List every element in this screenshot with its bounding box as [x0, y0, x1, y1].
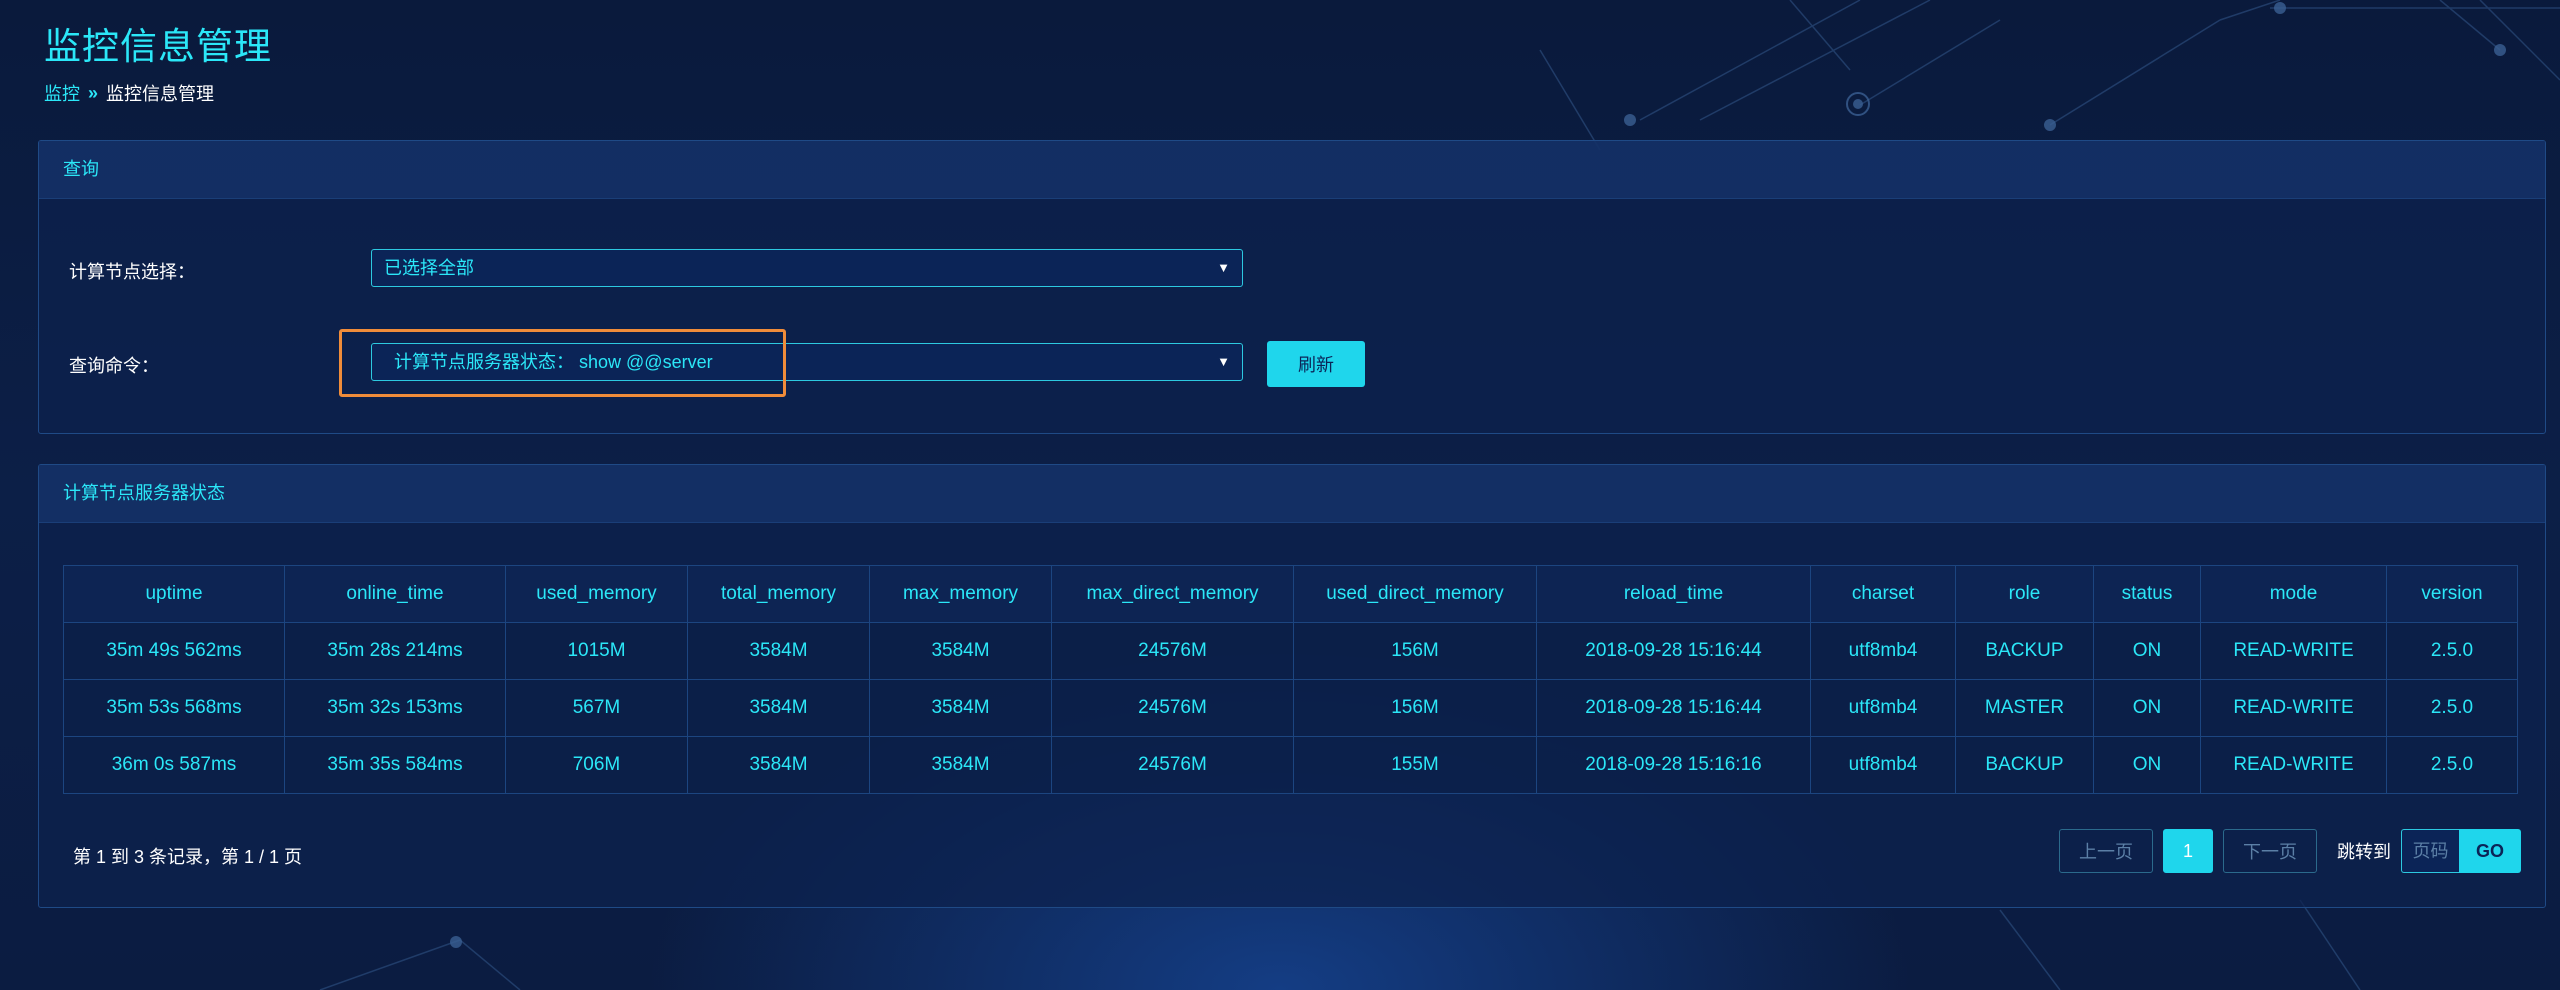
cell-used-direct-memory: 156M: [1293, 622, 1537, 680]
node-select-value: 已选择全部: [384, 258, 474, 278]
column-header-online-time[interactable]: online_time: [284, 565, 506, 623]
refresh-button[interactable]: 刷新: [1267, 341, 1365, 387]
server-status-table: uptime online_time used_memory total_mem…: [63, 565, 2518, 794]
prev-page-button[interactable]: 上一页: [2059, 829, 2153, 873]
cell-version: 2.5.0: [2386, 679, 2518, 737]
cell-online-time: 35m 28s 214ms: [284, 622, 506, 680]
cell-used-memory: 1015M: [505, 622, 688, 680]
table-row[interactable]: 36m 0s 587ms 35m 35s 584ms 706M 3584M 35…: [63, 736, 2518, 794]
column-header-status[interactable]: status: [2093, 565, 2201, 623]
column-header-mode[interactable]: mode: [2200, 565, 2387, 623]
page-number-input[interactable]: [2401, 829, 2459, 873]
jump-to-label: 跳转到: [2337, 842, 2391, 862]
cell-max-direct-memory: 24576M: [1051, 736, 1294, 794]
table-row[interactable]: 35m 53s 568ms 35m 32s 153ms 567M 3584M 3…: [63, 679, 2518, 737]
go-button[interactable]: GO: [2459, 829, 2521, 873]
column-header-charset[interactable]: charset: [1810, 565, 1956, 623]
cell-max-memory: 3584M: [869, 736, 1052, 794]
column-header-total-memory[interactable]: total_memory: [687, 565, 870, 623]
cell-max-direct-memory: 24576M: [1051, 679, 1294, 737]
highlight-annotation-box: [339, 329, 786, 397]
cell-uptime: 35m 49s 562ms: [63, 622, 285, 680]
cell-used-direct-memory: 155M: [1293, 736, 1537, 794]
cell-mode: READ-WRITE: [2200, 679, 2387, 737]
table-row[interactable]: 35m 49s 562ms 35m 28s 214ms 1015M 3584M …: [63, 622, 2518, 680]
command-select-label: 查询命令：: [69, 356, 159, 376]
cell-role: BACKUP: [1955, 622, 2094, 680]
table-header-row: uptime online_time used_memory total_mem…: [63, 565, 2518, 623]
cell-reload-time: 2018-09-28 15:16:44: [1536, 622, 1811, 680]
cell-role: MASTER: [1955, 679, 2094, 737]
next-page-button[interactable]: 下一页: [2223, 829, 2317, 873]
column-header-used-direct-memory[interactable]: used_direct_memory: [1293, 565, 1537, 623]
cell-charset: utf8mb4: [1810, 679, 1956, 737]
cell-online-time: 35m 32s 153ms: [284, 679, 506, 737]
cell-charset: utf8mb4: [1810, 622, 1956, 680]
records-summary: 第 1 到 3 条记录，第 1 / 1 页: [73, 847, 303, 867]
cell-status: ON: [2093, 736, 2201, 794]
cell-uptime: 36m 0s 587ms: [63, 736, 285, 794]
cell-max-memory: 3584M: [869, 622, 1052, 680]
column-header-reload-time[interactable]: reload_time: [1536, 565, 1811, 623]
cell-used-memory: 706M: [505, 736, 688, 794]
column-header-used-memory[interactable]: used_memory: [505, 565, 688, 623]
cell-reload-time: 2018-09-28 15:16:16: [1536, 736, 1811, 794]
cell-charset: utf8mb4: [1810, 736, 1956, 794]
cell-online-time: 35m 35s 584ms: [284, 736, 506, 794]
cell-total-memory: 3584M: [687, 622, 870, 680]
query-panel-title: 查询: [39, 141, 2545, 199]
cell-status: ON: [2093, 622, 2201, 680]
cell-max-direct-memory: 24576M: [1051, 622, 1294, 680]
cell-version: 2.5.0: [2386, 736, 2518, 794]
caret-down-icon: ▼: [1217, 354, 1230, 369]
column-header-role[interactable]: role: [1955, 565, 2094, 623]
cell-used-memory: 567M: [505, 679, 688, 737]
server-status-panel: 计算节点服务器状态 uptime online_time used_memory…: [38, 464, 2546, 908]
jump-to-group: GO: [2401, 829, 2521, 873]
query-panel: 查询 计算节点选择： 已选择全部 ▼ 查询命令： 计算节点服务器状态： show…: [38, 140, 2546, 434]
caret-down-icon: ▼: [1217, 260, 1230, 275]
cell-role: BACKUP: [1955, 736, 2094, 794]
column-header-version[interactable]: version: [2386, 565, 2518, 623]
node-select-label: 计算节点选择：: [69, 262, 195, 282]
cell-total-memory: 3584M: [687, 736, 870, 794]
node-select[interactable]: 已选择全部 ▼: [371, 249, 1243, 287]
column-header-max-direct-memory[interactable]: max_direct_memory: [1051, 565, 1294, 623]
cell-total-memory: 3584M: [687, 679, 870, 737]
cell-reload-time: 2018-09-28 15:16:44: [1536, 679, 1811, 737]
server-status-panel-title: 计算节点服务器状态: [39, 465, 2545, 523]
pagination: 上一页 1 下一页 跳转到 GO: [2059, 829, 2521, 873]
cell-mode: READ-WRITE: [2200, 736, 2387, 794]
cell-version: 2.5.0: [2386, 622, 2518, 680]
breadcrumb: 监控 » 监控信息管理: [44, 80, 214, 106]
breadcrumb-separator-icon: »: [88, 82, 99, 103]
breadcrumb-current: 监控信息管理: [106, 84, 215, 104]
breadcrumb-link-monitor[interactable]: 监控: [44, 80, 80, 106]
cell-mode: READ-WRITE: [2200, 622, 2387, 680]
column-header-uptime[interactable]: uptime: [63, 565, 285, 623]
cell-status: ON: [2093, 679, 2201, 737]
cell-max-memory: 3584M: [869, 679, 1052, 737]
cell-uptime: 35m 53s 568ms: [63, 679, 285, 737]
cell-used-direct-memory: 156M: [1293, 679, 1537, 737]
column-header-max-memory[interactable]: max_memory: [869, 565, 1052, 623]
page-title: 监控信息管理: [44, 26, 272, 67]
page-1-button[interactable]: 1: [2163, 829, 2213, 873]
